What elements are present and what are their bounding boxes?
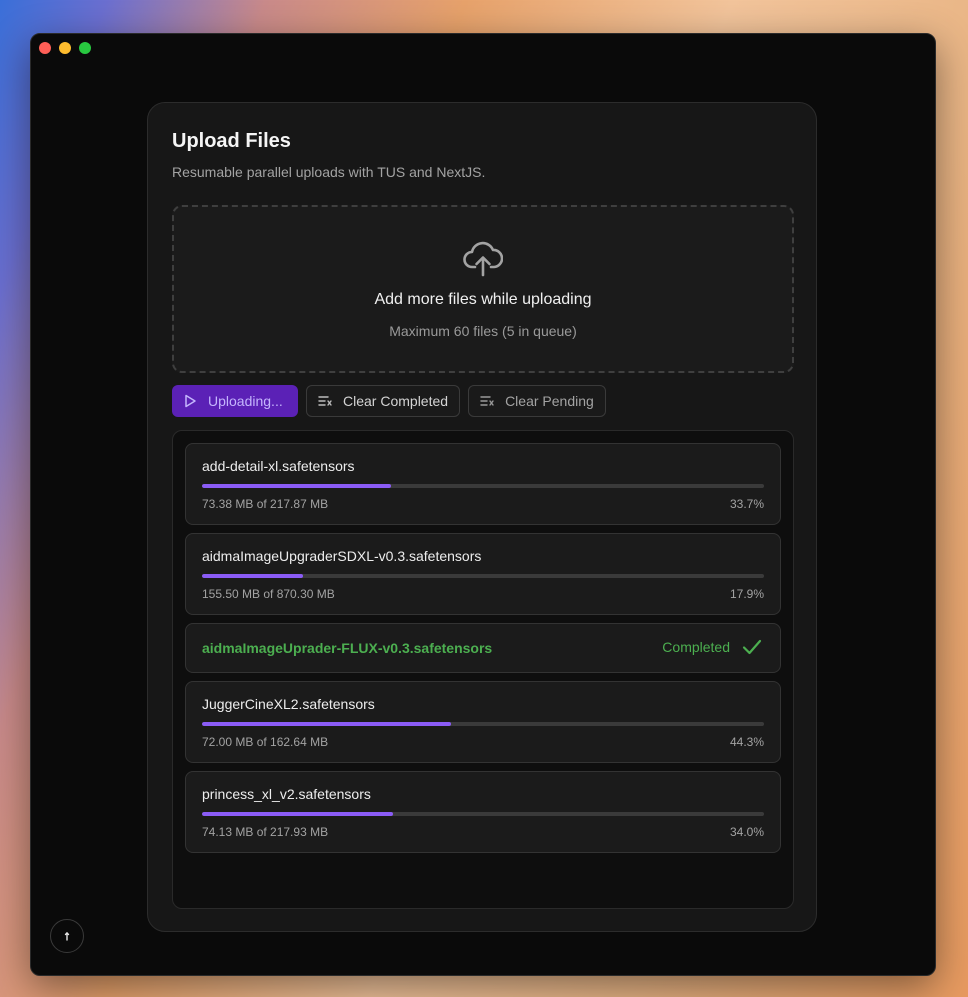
file-percent: 34.0%: [729, 825, 764, 839]
file-percent: 44.3%: [729, 735, 764, 749]
upload-card: Upload Files Resumable parallel uploads …: [147, 102, 817, 932]
file-name: JuggerCineXL2.safetensors: [202, 696, 375, 712]
file-size: 72.00 MB of 162.64 MB: [202, 735, 329, 749]
file-name: add-detail-xl.safetensors: [202, 458, 355, 474]
play-icon: [185, 394, 196, 408]
file-size: 73.38 MB of 217.87 MB: [202, 497, 329, 511]
minimize-window-button[interactable]: [59, 42, 71, 54]
progress-fill: [202, 484, 392, 488]
file-name: aidmaImageUprader-FLUX-v0.3.safetensors: [202, 640, 493, 656]
file-percent: 17.9%: [729, 587, 764, 601]
file-item: princess_xl_v2.safetensors 74.13 MB of 2…: [185, 771, 781, 853]
file-list: add-detail-xl.safetensors 73.38 MB of 21…: [172, 430, 794, 909]
clear-pending-button[interactable]: Clear Pending: [468, 385, 606, 417]
progress-bar: [202, 484, 764, 488]
status-badge: Completed: [662, 639, 762, 655]
list-clear-icon: [480, 396, 494, 406]
close-window-button[interactable]: [39, 42, 51, 54]
file-item-completed: aidmaImageUprader-FLUX-v0.3.safetensors …: [185, 623, 781, 673]
file-name: princess_xl_v2.safetensors: [202, 786, 371, 802]
maximize-window-button[interactable]: [79, 42, 91, 54]
scroll-indicator-button[interactable]: [50, 919, 84, 953]
app-window: Upload Files Resumable parallel uploads …: [30, 33, 936, 976]
progress-fill: [202, 574, 303, 578]
action-bar: Uploading... Clear Completed Clear Pendi…: [172, 385, 606, 417]
clear-completed-label: Clear Completed: [343, 393, 449, 409]
file-percent: 33.7%: [729, 497, 764, 511]
progress-fill: [202, 812, 394, 816]
status-label: Completed: [662, 639, 730, 655]
file-name: aidmaImageUpgraderSDXL-v0.3.safetensors: [202, 548, 482, 564]
arrow-up-icon: [64, 932, 70, 941]
file-item: JuggerCineXL2.safetensors 72.00 MB of 16…: [185, 681, 781, 763]
clear-completed-button[interactable]: Clear Completed: [306, 385, 461, 417]
upload-button[interactable]: Uploading...: [172, 385, 298, 417]
progress-fill: [202, 722, 451, 726]
file-item: aidmaImageUpgraderSDXL-v0.3.safetensors …: [185, 533, 781, 615]
upload-button-label: Uploading...: [208, 393, 283, 409]
clear-pending-label: Clear Pending: [505, 393, 594, 409]
file-size: 74.13 MB of 217.93 MB: [202, 825, 329, 839]
progress-bar: [202, 722, 764, 726]
progress-bar: [202, 812, 764, 816]
file-size: 155.50 MB of 870.30 MB: [202, 587, 335, 601]
dropzone-subtitle: Maximum 60 files (5 in queue): [389, 323, 577, 339]
progress-bar: [202, 574, 764, 578]
page-title: Upload Files: [172, 130, 291, 152]
file-item: add-detail-xl.safetensors 73.38 MB of 21…: [185, 443, 781, 525]
dropzone-title: Add more files while uploading: [374, 291, 592, 308]
list-clear-icon: [318, 396, 332, 406]
window-controls: [39, 42, 91, 54]
file-dropzone[interactable]: Add more files while uploading Maximum 6…: [172, 205, 794, 373]
cloud-upload-icon: [463, 241, 503, 277]
page-subtitle: Resumable parallel uploads with TUS and …: [172, 164, 486, 180]
check-icon: [742, 639, 762, 655]
